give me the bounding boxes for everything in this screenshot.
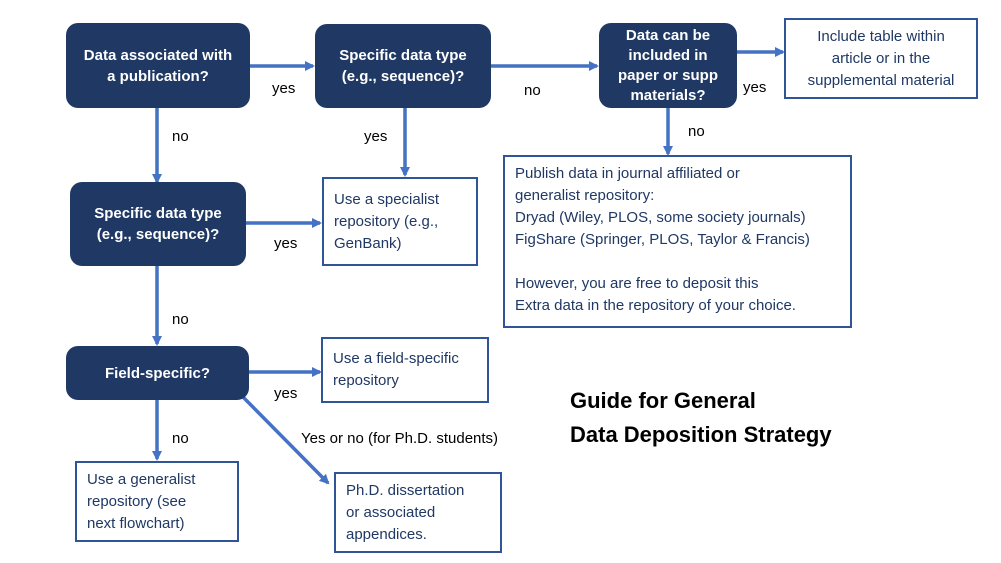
outcome-text: Dryad (Wiley, PLOS, some society journal…	[515, 209, 806, 226]
edge-label-pub-yes: yes	[272, 80, 296, 97]
outcome-text: Ph.D. dissertation	[346, 481, 465, 499]
decision-text: a publication?	[107, 67, 209, 85]
outcome-text: or associated	[346, 503, 436, 521]
decision-specific-data-type-top: Specific data type (e.g., sequence)?	[315, 24, 491, 108]
outcome-text: repository (e.g.,	[334, 212, 439, 230]
outcome-text: article or in the	[831, 49, 931, 67]
outcome-specialist-repository: Use a specialist repository (e.g., GenBa…	[322, 177, 478, 266]
decision-text: Field-specific?	[104, 364, 211, 382]
edge-label-spec-left-no: no	[172, 311, 189, 328]
outcome-text: FigShare (Springer, PLOS, Taylor & Franc…	[515, 231, 810, 248]
outcome-text: Use a generalist	[87, 470, 196, 488]
outcome-text: next flowchart)	[87, 514, 185, 532]
flowchart-canvas: Data associated with a publication? Spec…	[0, 0, 1001, 563]
outcome-text: Include table within	[817, 27, 945, 45]
decision-text: Data associated with	[83, 46, 233, 64]
decision-text: included in	[628, 46, 708, 64]
edge-label-spec-top-no: no	[524, 82, 541, 99]
edge-label-pub-no: no	[172, 128, 189, 145]
decision-data-included-paper: Data can be included in paper or supp ma…	[599, 23, 737, 108]
outcome-phd-dissertation: Ph.D. dissertation or associated appendi…	[334, 472, 502, 553]
decision-text: (e.g., sequence)?	[341, 68, 465, 85]
edge-label-field-no: no	[172, 430, 189, 447]
edge-label-field-yes: yes	[274, 385, 298, 402]
edge-label-spec-top-yes: yes	[364, 128, 388, 145]
edge-label-included-yes: yes	[743, 79, 767, 96]
outcome-generalist-repository: Use a generalist repository (see next fl…	[75, 461, 239, 542]
outcome-text: Extra data in the repository of your cho…	[515, 297, 796, 314]
outcome-text	[515, 251, 810, 273]
outcome-field-specific-repository: Use a field-specific repository	[321, 337, 489, 403]
decision-field-specific: Field-specific?	[66, 346, 249, 400]
outcome-text: repository	[333, 372, 399, 389]
edge-label-included-no: no	[688, 123, 705, 140]
decision-text: paper or supp	[617, 66, 718, 84]
decision-text: materials?	[630, 86, 706, 104]
outcome-text: generalist repository:	[515, 187, 655, 204]
outcome-include-table: Include table within article or in the s…	[784, 18, 978, 99]
decision-text: (e.g., sequence)?	[96, 226, 220, 243]
decision-text: Specific data type	[94, 205, 222, 222]
decision-text: Data can be	[625, 26, 711, 44]
outcome-text: supplemental material	[807, 71, 955, 89]
guide-title: Guide for General Data Deposition Strate…	[570, 384, 832, 452]
outcome-text: Publish data in journal affiliated or	[515, 165, 740, 182]
guide-title-line2: Data Deposition Strategy	[570, 422, 832, 447]
outcome-text: GenBank)	[334, 234, 402, 252]
edge-label-spec-left-yes: yes	[274, 235, 298, 252]
outcome-text: Use a field-specific	[333, 350, 459, 367]
decision-text: Specific data type	[339, 47, 467, 64]
decision-data-associated-publication: Data associated with a publication?	[66, 23, 250, 108]
outcome-publish-journal-repository: Publish data in journal affiliated or ge…	[503, 155, 852, 328]
outcome-text: However, you are free to deposit this	[515, 275, 759, 292]
outcome-text: repository (see	[87, 492, 187, 510]
edge-label-phd: Yes or no (for Ph.D. students)	[301, 430, 499, 447]
guide-title-line1: Guide for General	[570, 388, 756, 413]
outcome-text: Use a specialist	[334, 190, 440, 208]
outcome-text: appendices.	[346, 525, 427, 543]
decision-specific-data-type-left: Specific data type (e.g., sequence)?	[70, 182, 246, 266]
